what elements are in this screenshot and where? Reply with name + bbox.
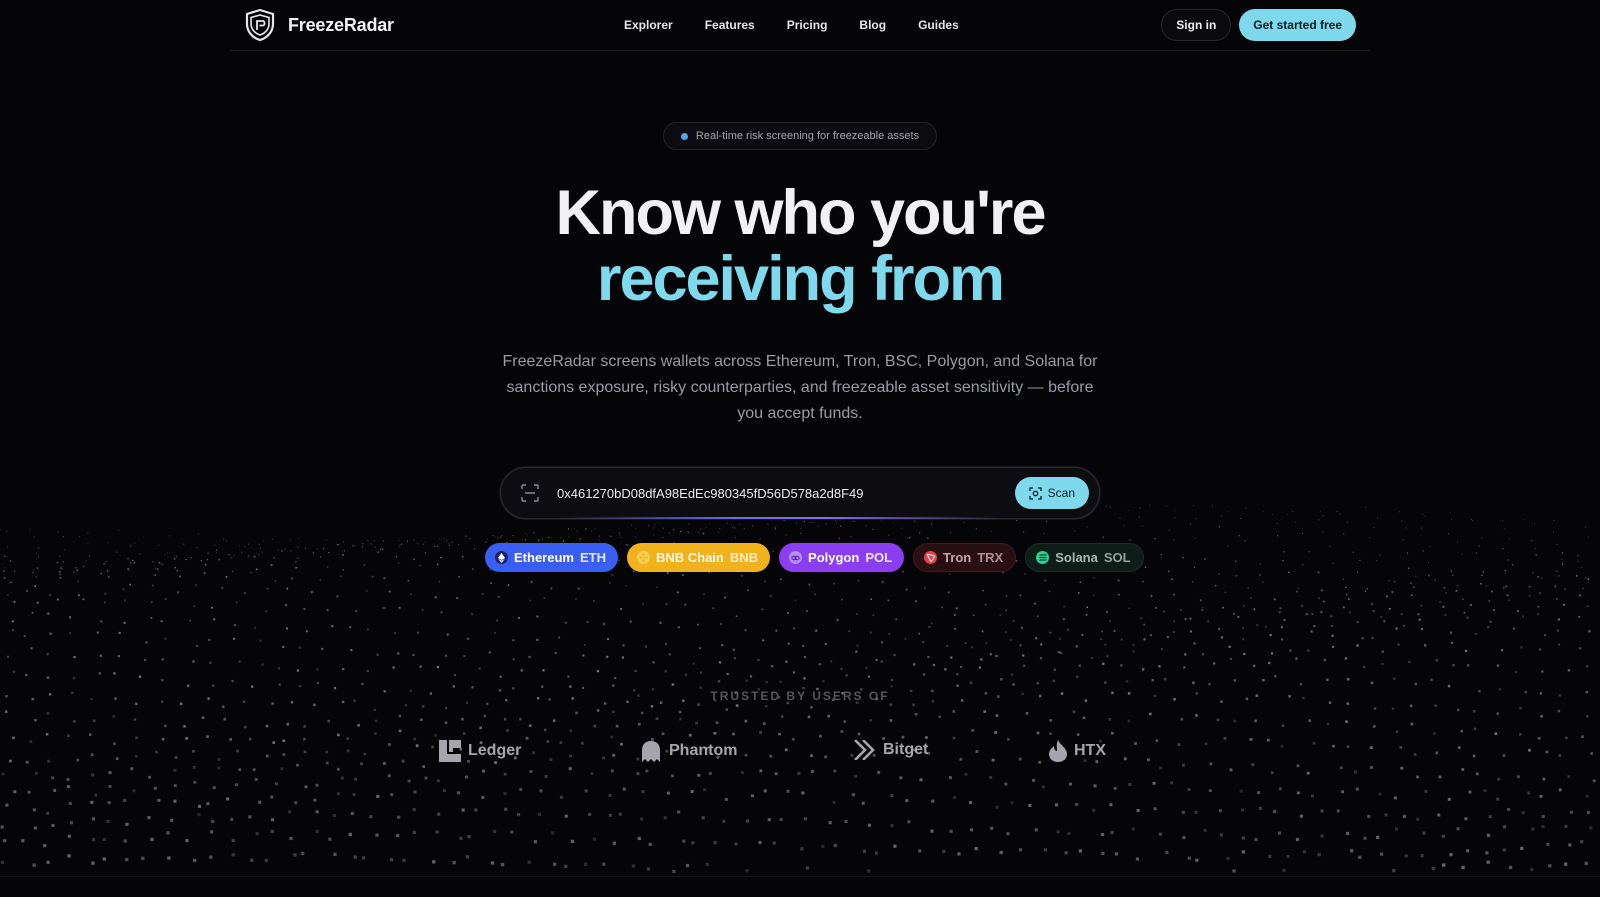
logo-text: Ledger	[468, 742, 522, 759]
chain-name: Ethereum	[514, 550, 574, 565]
chain-ticker: SOL	[1103, 550, 1131, 565]
chain-chip-tron[interactable]: Tron TRX	[913, 543, 1017, 572]
wallet-address-input[interactable]	[557, 485, 1015, 501]
logo-text: Bitget	[883, 741, 929, 758]
logo-htx: HTX	[1049, 740, 1106, 762]
nav-link-pricing[interactable]: Pricing	[787, 18, 828, 32]
top-navbar: FreezeRadar Explorer Features Pricing Bl…	[230, 0, 1370, 51]
chain-ticker: ETH	[579, 550, 606, 565]
chain-chip-bnb[interactable]: BNB Chain BNB	[626, 543, 771, 572]
scan-frame-icon	[521, 484, 539, 502]
chain-name: Tron	[943, 550, 972, 565]
chain-ticker: POL	[865, 550, 893, 565]
polygon-icon	[789, 551, 803, 564]
chain-name: Polygon	[808, 550, 860, 565]
nav-link-explorer[interactable]: Explorer	[624, 18, 673, 32]
logo-text: HTX	[1074, 742, 1106, 759]
chain-chip-ethereum[interactable]: Ethereum ETH	[485, 543, 618, 572]
nav-link-features[interactable]: Features	[705, 18, 755, 32]
chain-name: BNB Chain	[655, 550, 724, 565]
brand-name: FreezeRadar	[288, 14, 394, 35]
hero-title-line2: receiving from	[596, 244, 1005, 314]
bnb-icon	[636, 551, 650, 564]
scan-button-label: Scan	[1047, 486, 1075, 500]
trusted-by-label: TRUSTED BY USERS OF	[710, 689, 890, 703]
nav-link-blog[interactable]: Blog	[859, 18, 886, 32]
chain-chip-solana[interactable]: Solana SOL	[1025, 543, 1144, 572]
get-started-button[interactable]: Get started free	[1239, 9, 1356, 41]
hero-subtitle: FreezeRadar screens wallets across Ether…	[502, 353, 1098, 422]
search-glow-line	[560, 517, 1000, 519]
logo-phantom: Phantom	[640, 740, 737, 762]
hero-title-line1: Know who you're	[555, 178, 1047, 248]
brand[interactable]: FreezeRadar	[244, 8, 394, 42]
chain-selector: Ethereum ETH BNB Chain BNB Polygon POL T…	[485, 543, 1144, 572]
status-dot-icon	[680, 132, 688, 140]
sign-in-button[interactable]: Sign in	[1161, 9, 1232, 41]
ledger-icon	[439, 740, 461, 762]
bitget-icon	[854, 740, 875, 760]
scan-icon	[1028, 486, 1042, 500]
logo-bitget: Bitget	[854, 740, 928, 760]
tron-icon	[924, 551, 938, 564]
chain-chip-polygon[interactable]: Polygon POL	[779, 543, 905, 572]
ethereum-icon	[495, 551, 508, 564]
logo-ledger: Ledger	[439, 740, 521, 762]
chain-ticker: TRX	[977, 550, 1004, 565]
hero-title: Know who you're receiving from	[0, 180, 1600, 312]
htx-flame-icon	[1049, 740, 1067, 762]
chain-name: Solana	[1055, 550, 1098, 565]
shield-logo-icon	[245, 8, 275, 42]
badge-text: Real-time risk screening for freezeable …	[695, 130, 920, 142]
logo-text: Phantom	[669, 742, 738, 759]
nav-links: Explorer Features Pricing Blog Guides	[624, 18, 959, 32]
solana-icon	[1036, 551, 1050, 564]
announcement-badge: Real-time risk screening for freezeable …	[663, 122, 937, 150]
nav-link-guides[interactable]: Guides	[918, 18, 959, 32]
chain-ticker: BNB	[729, 550, 759, 565]
phantom-icon	[642, 741, 660, 762]
footer-divider	[0, 876, 1600, 877]
wallet-search-bar: Scan	[500, 467, 1100, 519]
scan-button[interactable]: Scan	[1014, 477, 1089, 509]
